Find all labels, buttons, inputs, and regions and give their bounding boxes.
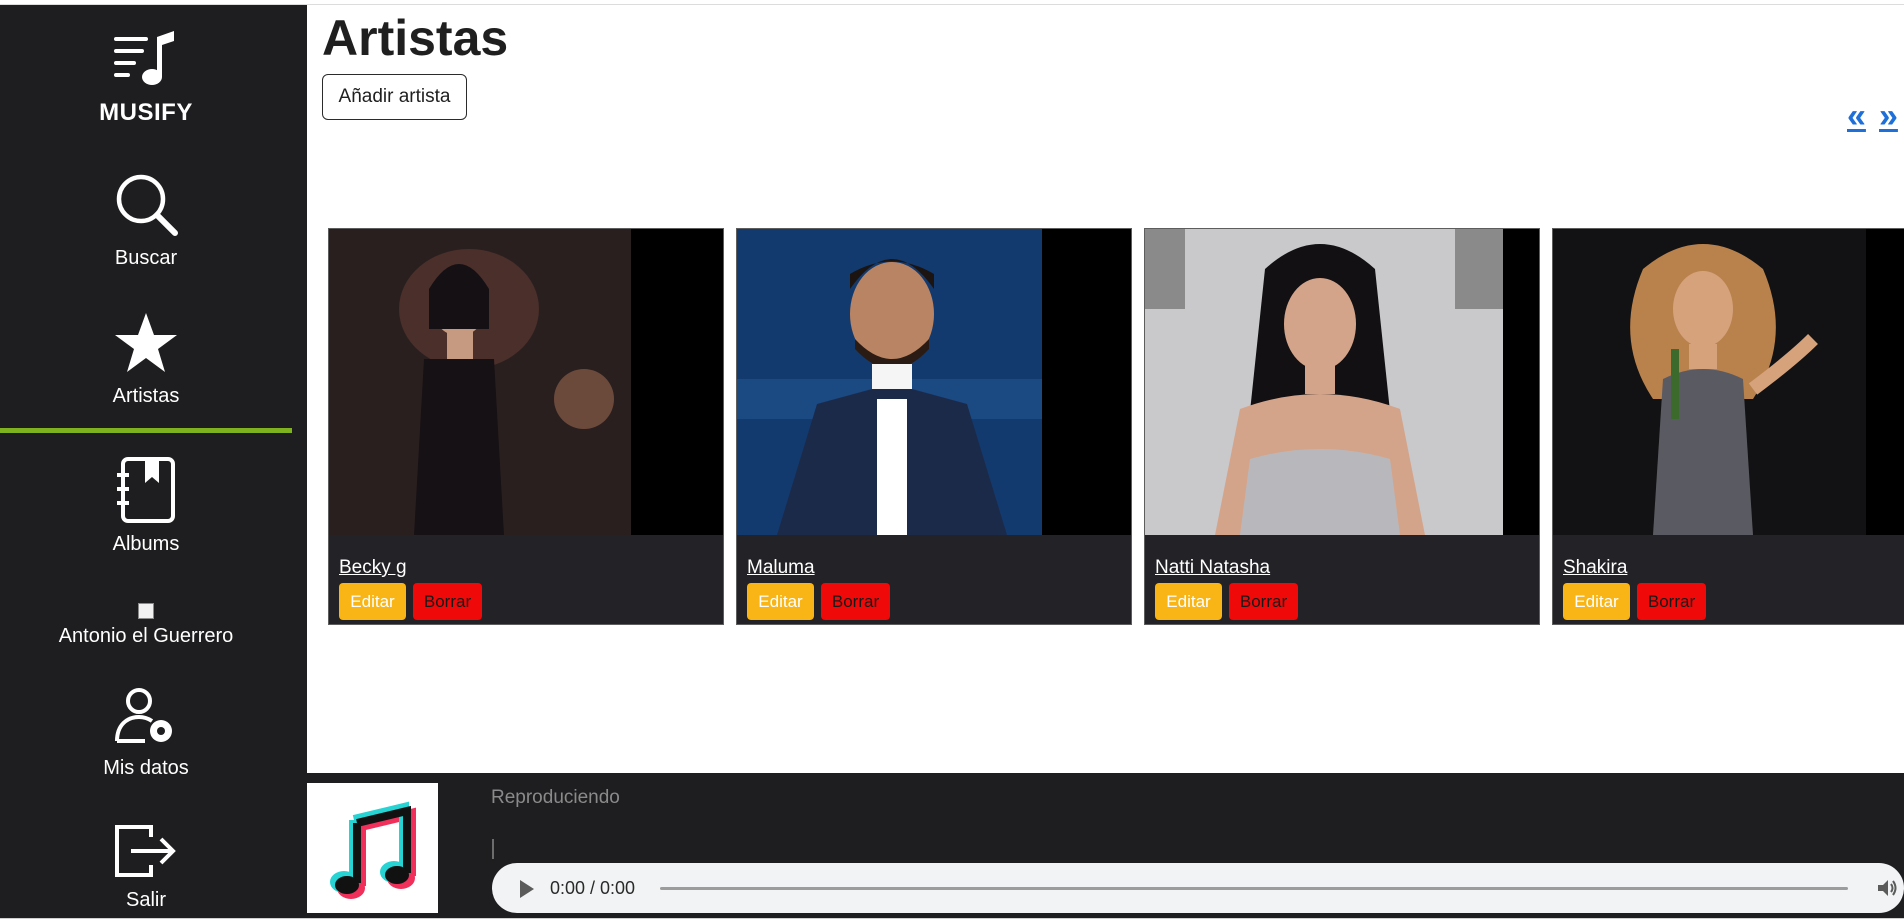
sidebar-item-albums[interactable]: Albums <box>0 457 292 556</box>
next-page-link[interactable]: » <box>1879 99 1898 133</box>
audio-player: 0:00 / 0:00 <box>492 863 1904 913</box>
player-bar: Reproduciendo 0:00 / 0:00 <box>307 773 1904 918</box>
artist-name[interactable]: Maluma <box>747 557 815 579</box>
sidebar-item-mis-datos[interactable]: Mis datos <box>0 687 292 780</box>
user-name: Antonio el Guerrero <box>58 625 234 647</box>
track-title-placeholder <box>492 839 494 859</box>
volume-icon[interactable] <box>1876 878 1898 898</box>
artist-photo[interactable] <box>1145 229 1539 535</box>
sidebar-item-buscar[interactable]: Buscar <box>0 171 292 270</box>
brand-name: MUSIFY <box>99 99 193 126</box>
edit-artist-button[interactable]: Editar <box>747 583 814 620</box>
active-indicator <box>0 428 292 433</box>
artist-card: Natti Natasha Editar Borrar <box>1144 228 1540 625</box>
broken-image-icon <box>138 603 154 619</box>
bottom-border <box>0 918 1904 922</box>
artist-card: Becky g Editar Borrar <box>328 228 724 625</box>
artist-grid: Becky g Editar Borrar Maluma Editar Borr… <box>328 228 1904 630</box>
now-playing-label: Reproduciendo <box>491 787 620 808</box>
sidebar-item-label: Salir <box>125 889 166 911</box>
star-icon <box>115 313 177 372</box>
main-content: Artistas Añadir artista « » Becky g Edit… <box>307 5 1904 773</box>
sidebar-item-salir[interactable]: Salir <box>0 823 292 912</box>
progress-track[interactable] <box>660 887 1848 890</box>
edit-artist-button[interactable]: Editar <box>1155 583 1222 620</box>
delete-artist-button[interactable]: Borrar <box>413 583 482 620</box>
artist-card: Maluma Editar Borrar <box>736 228 1132 625</box>
sidebar: MUSIFY Buscar Artistas Albums Antonio el… <box>0 5 307 918</box>
user-settings-icon <box>115 688 172 743</box>
sidebar-item-label: Buscar <box>114 247 178 269</box>
artist-name[interactable]: Shakira <box>1563 557 1627 579</box>
sidebar-item-label: Albums <box>112 533 180 555</box>
sidebar-item-label: Mis datos <box>103 757 189 779</box>
artist-photo[interactable] <box>1553 229 1904 535</box>
artist-card: Shakira Editar Borrar <box>1552 228 1904 625</box>
search-icon <box>116 174 178 236</box>
sidebar-item-artistas[interactable]: Artistas <box>0 311 292 408</box>
sidebar-item-user[interactable]: Antonio el Guerrero <box>0 603 292 648</box>
delete-artist-button[interactable]: Borrar <box>821 583 890 620</box>
album-book-icon <box>117 457 175 523</box>
logout-icon <box>115 825 176 877</box>
edit-artist-button[interactable]: Editar <box>1563 583 1630 620</box>
play-icon[interactable] <box>520 880 534 898</box>
artist-photo[interactable] <box>329 229 723 535</box>
delete-artist-button[interactable]: Borrar <box>1637 583 1706 620</box>
brand-logo[interactable]: MUSIFY <box>0 29 292 127</box>
artist-name[interactable]: Becky g <box>339 557 407 579</box>
sidebar-item-label: Artistas <box>112 385 180 407</box>
page-title: Artistas <box>322 10 509 66</box>
prev-page-link[interactable]: « <box>1847 99 1866 133</box>
edit-artist-button[interactable]: Editar <box>339 583 406 620</box>
playback-time: 0:00 / 0:00 <box>550 878 636 898</box>
app-window: MUSIFY Buscar Artistas Albums Antonio el… <box>0 0 1904 922</box>
delete-artist-button[interactable]: Borrar <box>1229 583 1298 620</box>
add-artist-button[interactable]: Añadir artista <box>322 74 467 120</box>
now-playing-cover <box>307 783 438 913</box>
music-list-icon <box>114 31 174 85</box>
artist-name[interactable]: Natti Natasha <box>1155 557 1270 579</box>
music-note-icon <box>330 801 416 899</box>
artist-photo[interactable] <box>737 229 1131 535</box>
